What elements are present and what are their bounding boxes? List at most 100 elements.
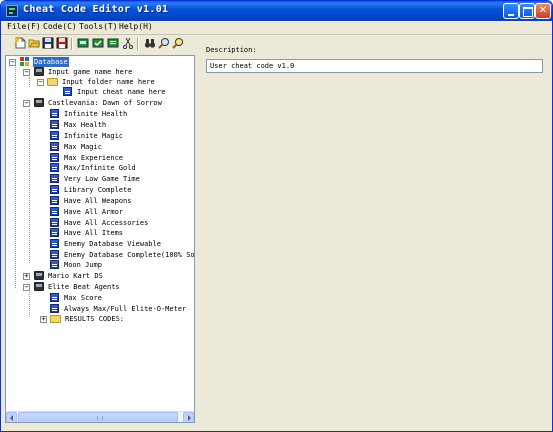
collapse-icon[interactable]: −: [23, 100, 30, 107]
tree-node-code[interactable]: Have All Accessories: [50, 218, 194, 228]
tree-node-code[interactable]: Moon Jump: [50, 260, 194, 270]
tree-node-code[interactable]: Infinite Health: [50, 109, 194, 119]
tree-guide-line: [15, 67, 16, 288]
tree-label: Have All Weapons: [64, 197, 132, 205]
tree-label: Database: [33, 57, 69, 67]
open-folder-icon[interactable]: [28, 37, 41, 49]
collapse-icon[interactable]: −: [23, 284, 30, 291]
code-icon: [50, 304, 59, 313]
code-icon: [50, 228, 59, 237]
tree-node-code[interactable]: Have All Armor: [50, 207, 194, 217]
menu-code[interactable]: Code(C): [43, 22, 77, 31]
tree-node-code[interactable]: Always Max/Full Elite-O-Meter: [50, 304, 194, 314]
tree-label: Max Magic: [64, 143, 102, 151]
tree-node-code[interactable]: Enemy Database Complete(100% Soul: [50, 250, 195, 260]
collapse-icon[interactable]: −: [9, 59, 16, 66]
cheat-tree[interactable]: − Database − Input game name here − Inpu…: [5, 55, 195, 423]
code-icon: [50, 153, 59, 162]
expand-icon[interactable]: +: [40, 316, 47, 323]
window-title: Cheat Code Editor v1.01: [23, 4, 169, 15]
tree-label: Input folder name here: [62, 78, 155, 86]
add-game-icon[interactable]: [77, 37, 89, 49]
find-icon[interactable]: [144, 37, 156, 49]
code-icon: [50, 174, 59, 183]
tree-node-code[interactable]: Max Magic: [50, 142, 194, 152]
tree-node-code[interactable]: Max Experience: [50, 153, 194, 163]
tree-node-code[interactable]: Enemy Database Viewable: [50, 239, 194, 249]
toolbar: [1, 36, 552, 54]
tree-node-code[interactable]: Infinite Magic: [50, 131, 194, 141]
cut-icon[interactable]: [122, 37, 134, 50]
scroll-right-button[interactable]: [183, 412, 194, 422]
title-bar[interactable]: Cheat Code Editor v1.01 ✕: [1, 1, 552, 21]
code-icon: [50, 207, 59, 216]
tree-node-code[interactable]: Max Score: [50, 293, 194, 303]
code-icon: [50, 131, 59, 140]
save-icon[interactable]: [42, 37, 54, 49]
code-icon: [50, 185, 59, 194]
menu-file[interactable]: File(F): [7, 22, 41, 31]
collapse-icon[interactable]: −: [23, 69, 30, 76]
tree-label: Mario Kart DS: [48, 272, 103, 280]
tree-node-code[interactable]: Max Health: [50, 120, 194, 130]
find-previous-icon[interactable]: [172, 37, 184, 49]
tree-label: Infinite Magic: [64, 132, 124, 140]
folder-icon: [50, 315, 61, 323]
scroll-thumb[interactable]: [18, 412, 178, 422]
menu-bar: File(F) Code(C) Tools(T) Help(H): [1, 21, 552, 34]
main-window: Cheat Code Editor v1.01 ✕ File(F) Code(C…: [0, 0, 553, 432]
collapse-icon[interactable]: −: [37, 79, 44, 86]
tree-node-code[interactable]: Max/Infinite Gold: [50, 163, 194, 173]
tree-node-folder[interactable]: − Input folder name here: [37, 77, 194, 87]
tree-label: Max/Infinite Gold: [64, 164, 136, 172]
code-icon: [50, 142, 59, 151]
tree-node-game[interactable]: + Mario Kart DS: [23, 271, 193, 281]
menu-help[interactable]: Help(H): [119, 22, 153, 31]
description-field[interactable]: User cheat code v1.0: [206, 59, 543, 73]
tree-node-code[interactable]: Very Low Game Time: [50, 174, 194, 184]
tree-label: Input cheat name here: [77, 88, 166, 96]
tree-label: Moon Jump: [64, 261, 102, 269]
tree-node-code[interactable]: Library Complete: [50, 185, 194, 195]
tree-node-code[interactable]: Input cheat name here: [63, 87, 193, 97]
toolbar-separator: [137, 38, 139, 50]
tree-node-code[interactable]: Have All Items: [50, 228, 194, 238]
tree-node-code[interactable]: Have All Weapons: [50, 196, 194, 206]
expand-icon[interactable]: +: [23, 273, 30, 280]
find-next-icon[interactable]: [158, 37, 170, 49]
tree-node-game[interactable]: − Castlevania: Dawn of Sorrow: [23, 98, 193, 108]
folder-icon: [47, 78, 58, 86]
minimize-button[interactable]: [503, 3, 519, 19]
tree-node-folder[interactable]: + RESULTS CODES:: [40, 314, 190, 324]
tree-node-game[interactable]: − Elite Beat Agents: [23, 282, 193, 292]
database-icon: [20, 57, 30, 66]
game-icon: [34, 67, 44, 76]
code-icon: [50, 196, 59, 205]
menu-tools[interactable]: Tools(T): [79, 22, 118, 31]
tree-label: Have All Accessories: [64, 219, 149, 227]
tree-horizontal-scrollbar[interactable]: [6, 411, 194, 422]
tree-label: Have All Armor: [64, 208, 124, 216]
maximize-button[interactable]: [519, 3, 535, 19]
menubar-divider: [1, 34, 552, 35]
tree-node-database[interactable]: − Database: [9, 57, 189, 67]
add-code-icon[interactable]: [107, 37, 119, 49]
tree-label: Max Health: [64, 121, 107, 129]
close-button[interactable]: ✕: [535, 3, 551, 19]
tree-node-game[interactable]: − Input game name here: [23, 67, 193, 77]
add-folder-icon[interactable]: [92, 37, 104, 49]
tree-label: Elite Beat Agents: [48, 283, 120, 291]
tree-guide-line: [29, 77, 30, 87]
code-icon: [50, 293, 59, 302]
tree-label: Enemy Database Complete(100% Soul: [64, 251, 195, 259]
tree-label: Have All Items: [64, 229, 124, 237]
code-icon: [63, 87, 72, 96]
game-icon: [34, 282, 44, 291]
new-file-icon[interactable]: [14, 37, 26, 49]
save-as-icon[interactable]: [56, 37, 68, 49]
code-icon: [50, 218, 59, 227]
tree-label: Enemy Database Viewable: [64, 240, 161, 248]
code-icon: [50, 109, 59, 118]
tree-label: Very Low Game Time: [64, 175, 140, 183]
scroll-left-button[interactable]: [6, 412, 17, 422]
